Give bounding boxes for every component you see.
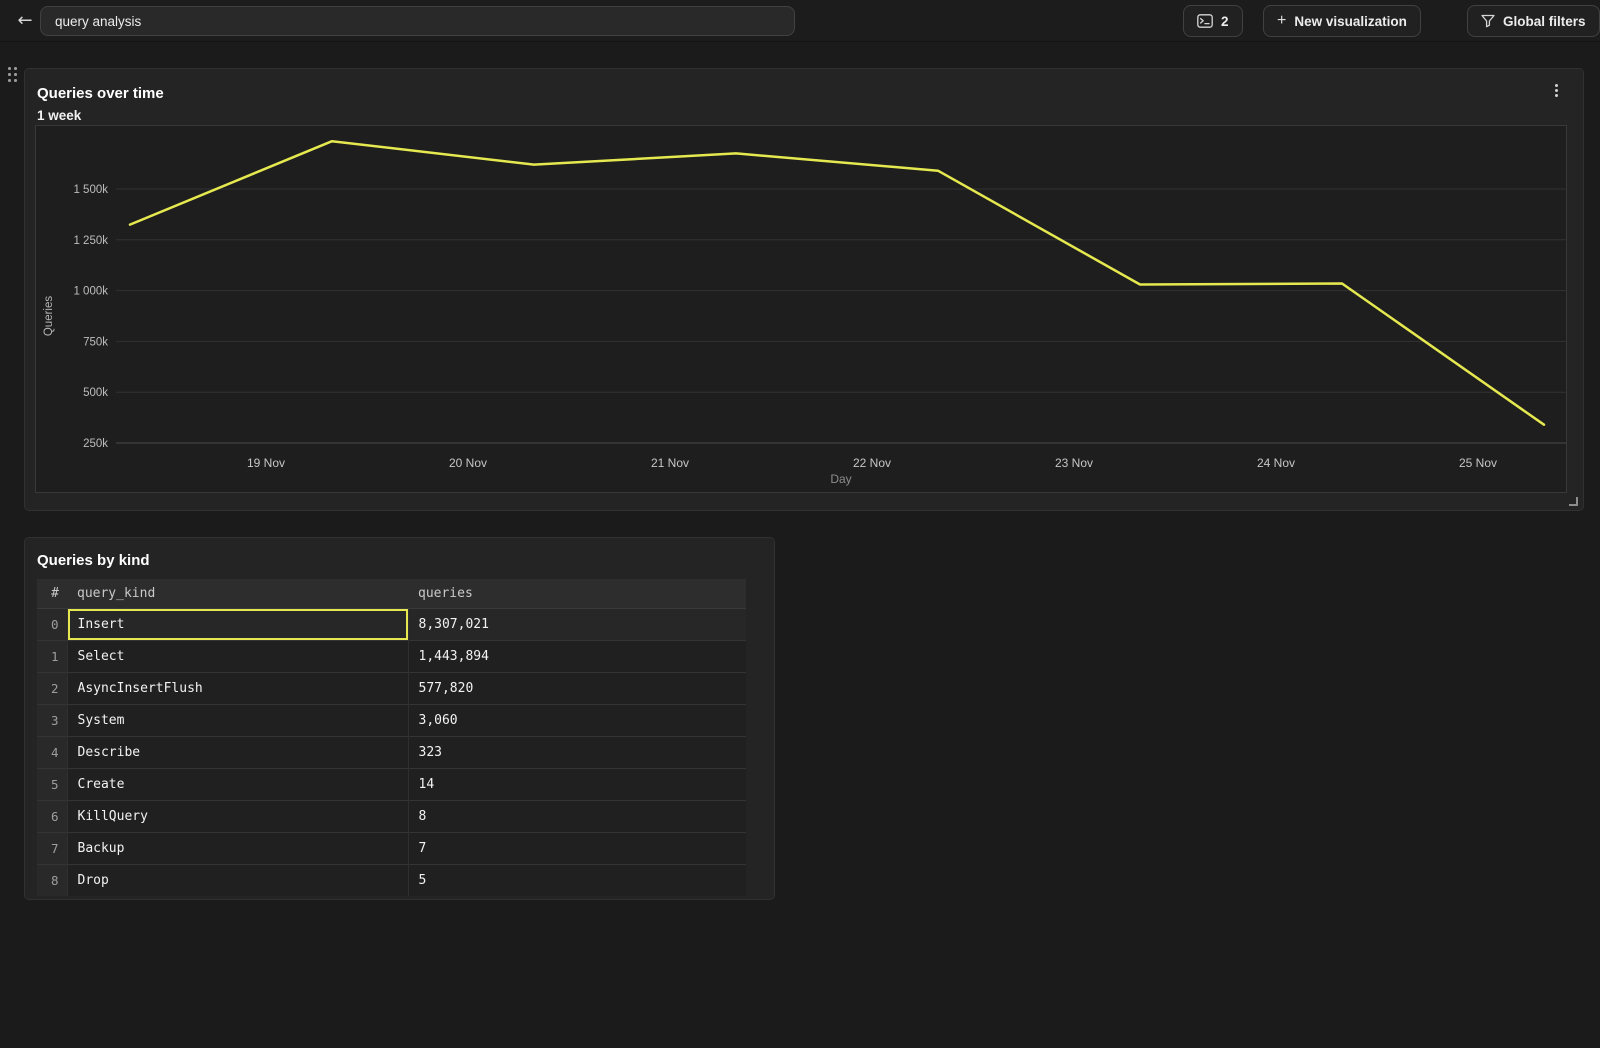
queries-over-time-chart[interactable]: 1 500k 1 250k 1 000k 750k 500k 250k 19 Nov 20 N… [35,125,1567,493]
queries-value-cell[interactable]: 3,060 [408,704,746,736]
query-kind-cell[interactable]: Drop [67,864,408,896]
row-index-cell[interactable]: 2 [37,672,67,704]
query-kind-cell[interactable]: System [67,704,408,736]
queries-by-kind-panel: Queries by kind # query_kind queries 0In… [24,537,775,900]
column-header-index: # [37,579,67,608]
y-tick-label: 250k [83,438,108,450]
row-index-cell[interactable]: 1 [37,640,67,672]
x-tick-label: 21 Nov [651,456,689,470]
queries-value-cell[interactable]: 577,820 [408,672,746,704]
console-tab-count: 2 [1221,14,1229,29]
funnel-icon [1481,14,1495,28]
queries-value-cell[interactable]: 323 [408,736,746,768]
topbar: ← 2 + New visualization Global filters [0,0,1600,42]
new-visualization-button[interactable]: + New visualization [1263,5,1421,37]
table-panel-title: Queries by kind [37,552,150,569]
x-axis-label: Day [830,472,851,486]
chart-panel-title: Queries over time [37,85,164,102]
global-filters-button[interactable]: Global filters [1467,5,1600,37]
table-row[interactable]: 8Drop5 [37,864,746,896]
query-kind-cell[interactable]: AsyncInsertFlush [67,672,408,704]
chart-panel-subtitle: 1 week [37,108,81,123]
table-row[interactable]: 7Backup7 [37,832,746,864]
table-row[interactable]: 3System3,060 [37,704,746,736]
panel-drag-handle-icon[interactable] [6,66,20,84]
table-row[interactable]: 0Insert8,307,021 [37,608,746,640]
row-index-cell[interactable]: 4 [37,736,67,768]
queries-value-cell[interactable]: 14 [408,768,746,800]
plus-icon: + [1277,12,1286,30]
row-index-cell[interactable]: 0 [37,608,67,640]
terminal-icon [1197,14,1213,28]
queries-value-cell[interactable]: 7 [408,832,746,864]
x-tick-label: 23 Nov [1055,456,1093,470]
y-axis-label: Queries [43,296,55,337]
y-tick-label: 1 250k [73,235,108,247]
y-tick-label: 1 500k [73,184,108,196]
row-index-cell[interactable]: 8 [37,864,67,896]
query-kind-cell[interactable]: Select [67,640,408,672]
table-row[interactable]: 1Select1,443,894 [37,640,746,672]
row-index-cell[interactable]: 6 [37,800,67,832]
query-kind-cell[interactable]: Insert [67,608,408,640]
queries-value-cell[interactable]: 5 [408,864,746,896]
y-tick-label: 750k [83,336,108,348]
table-row[interactable]: 6KillQuery8 [37,800,746,832]
query-kind-cell[interactable]: Create [67,768,408,800]
back-button[interactable]: ← [12,9,38,33]
global-filters-label: Global filters [1503,14,1586,29]
y-tick-label: 500k [83,387,108,399]
row-index-cell[interactable]: 7 [37,832,67,864]
queries-by-kind-table: # query_kind queries 0Insert8,307,0211Se… [37,579,746,896]
table-body: 0Insert8,307,0211Select1,443,8942AsyncIn… [37,608,746,896]
x-tick-label: 20 Nov [449,456,487,470]
x-tick-label: 19 Nov [247,456,285,470]
queries-value-cell[interactable]: 8 [408,800,746,832]
kebab-menu-icon[interactable] [1547,79,1565,101]
x-tick-label: 22 Nov [853,456,891,470]
console-tabs-button[interactable]: 2 [1183,5,1243,37]
queries-value-cell[interactable]: 8,307,021 [408,608,746,640]
table-header-row: # query_kind queries [37,579,746,608]
row-index-cell[interactable]: 3 [37,704,67,736]
x-tick-label: 25 Nov [1459,456,1497,470]
queries-value-cell[interactable]: 1,443,894 [408,640,746,672]
new-visualization-label: New visualization [1294,14,1407,29]
query-kind-cell[interactable]: Describe [67,736,408,768]
y-tick-label: 1 000k [73,286,108,298]
table-row[interactable]: 2AsyncInsertFlush577,820 [37,672,746,704]
row-index-cell[interactable]: 5 [37,768,67,800]
queries-over-time-panel: Queries over time 1 week 1 500k 1 250k 1 0… [24,68,1584,511]
column-header-queries: queries [408,579,746,608]
x-tick-label: 24 Nov [1257,456,1295,470]
panel-resize-handle[interactable] [1569,497,1578,506]
column-header-query-kind: query_kind [67,579,408,608]
arrow-left-icon: ← [17,10,32,31]
table-row[interactable]: 4Describe323 [37,736,746,768]
query-kind-cell[interactable]: Backup [67,832,408,864]
dashboard-title-input[interactable] [40,6,795,36]
line-chart-svg[interactable]: 1 500k 1 250k 1 000k 750k 500k 250k 19 Nov 20 N… [36,126,1566,492]
chart-line[interactable] [130,141,1544,425]
query-kind-cell[interactable]: KillQuery [67,800,408,832]
table-row[interactable]: 5Create14 [37,768,746,800]
